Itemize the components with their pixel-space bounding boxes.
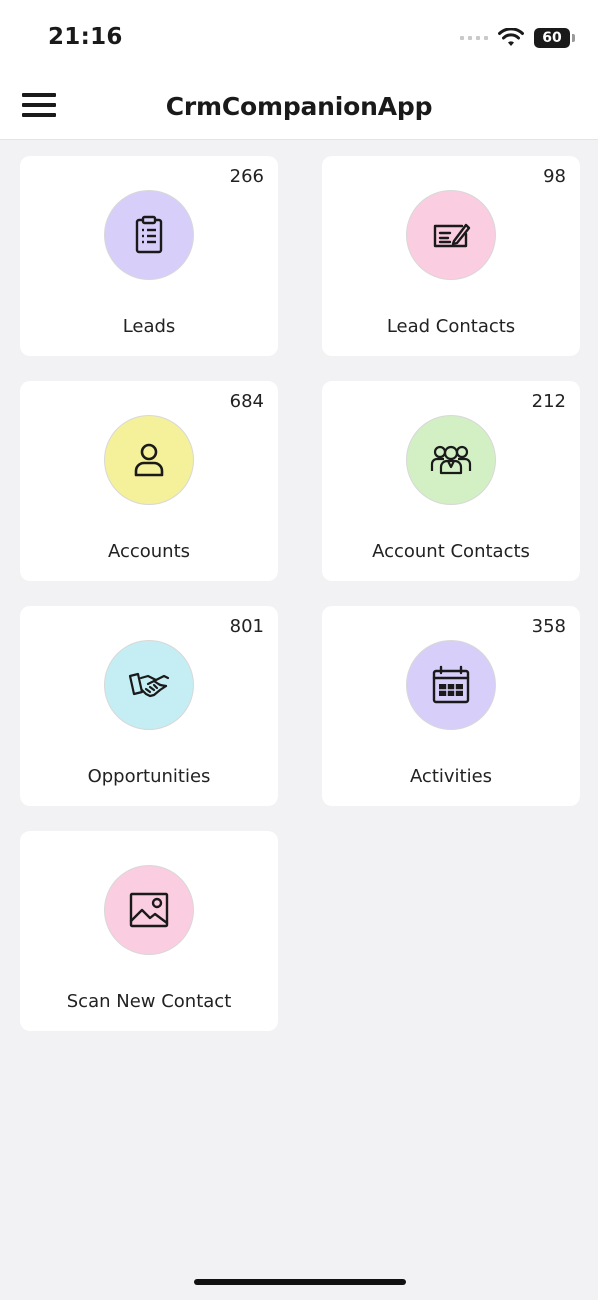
status-bar: 21:16 60 — [0, 0, 598, 70]
tile-label: Account Contacts — [372, 541, 530, 562]
battery-level: 60 — [542, 30, 562, 46]
tile-count: 98 — [543, 166, 566, 187]
tile-lead-contacts[interactable]: 98 Lead Contacts — [322, 156, 580, 356]
person-icon — [104, 415, 194, 505]
tile-label: Opportunities — [87, 766, 211, 787]
tile-label: Scan New Contact — [66, 991, 232, 1012]
tile-opportunities[interactable]: 801 Opportunities — [20, 606, 278, 806]
tile-leads[interactable]: 266 Leads — [20, 156, 278, 356]
clipboard-icon — [104, 190, 194, 280]
status-time: 21:16 — [48, 24, 123, 50]
tile-activities[interactable]: 358 Activities — [322, 606, 580, 806]
battery-icon: 60 — [534, 28, 575, 48]
tile-label: Leads — [122, 316, 176, 337]
calendar-icon — [406, 640, 496, 730]
wifi-icon — [498, 28, 524, 46]
page-title: CrmCompanionApp — [165, 92, 433, 121]
tile-count: 212 — [531, 391, 566, 412]
tile-label: Lead Contacts — [386, 316, 516, 337]
group-icon — [406, 415, 496, 505]
tile-accounts[interactable]: 684 Accounts — [20, 381, 278, 581]
status-icons: 60 — [460, 24, 575, 52]
home-indicator[interactable] — [194, 1279, 406, 1285]
tile-count: 801 — [229, 616, 264, 637]
tile-count: 358 — [531, 616, 566, 637]
tile-count: 266 — [229, 166, 264, 187]
tile-account-contacts[interactable]: 212 Account Contacts — [322, 381, 580, 581]
tile-count: 684 — [229, 391, 264, 412]
signal-dots-icon — [460, 36, 488, 40]
signed-card-icon — [406, 190, 496, 280]
tile-label: Activities — [409, 766, 493, 787]
app-header: CrmCompanionApp — [0, 70, 598, 140]
tile-scan-new-contact[interactable]: Scan New Contact — [20, 831, 278, 1031]
tile-label: Accounts — [107, 541, 191, 562]
handshake-icon — [104, 640, 194, 730]
image-icon — [104, 865, 194, 955]
